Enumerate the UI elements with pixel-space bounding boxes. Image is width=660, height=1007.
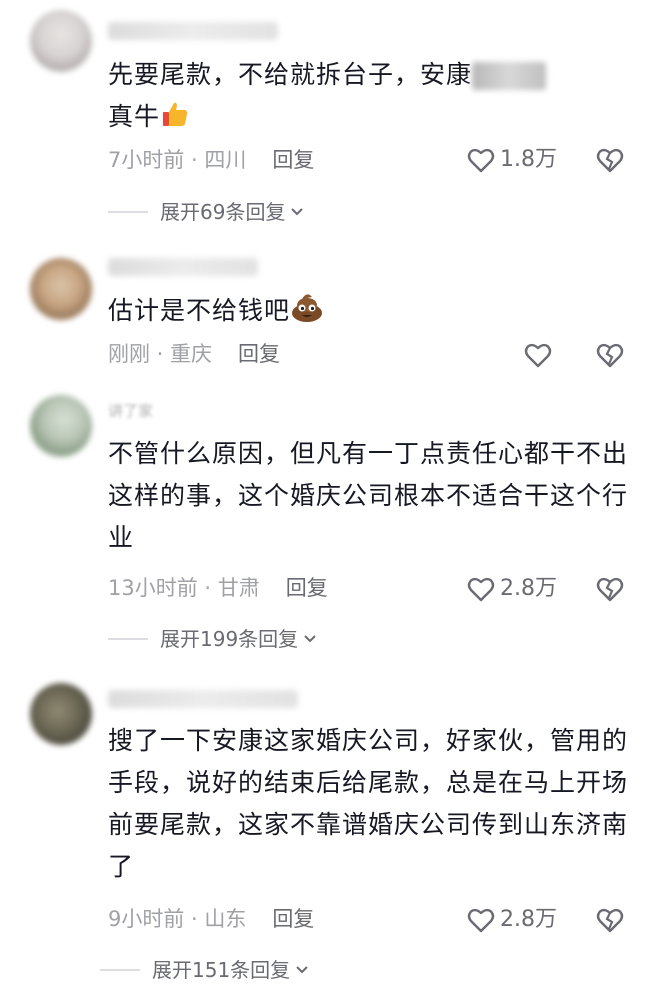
heart-icon	[467, 577, 495, 602]
blurred-text	[472, 62, 547, 90]
reply-button[interactable]: 回复	[286, 574, 328, 602]
broken-heart-icon[interactable]	[595, 145, 625, 175]
like-count: 2.8万	[500, 576, 557, 601]
comment-meta: 7小时前 · 四川 回复	[108, 146, 315, 174]
divider	[100, 969, 140, 971]
avatar[interactable]	[30, 258, 92, 320]
like-button[interactable]: 1.8万	[466, 145, 557, 175]
like-button[interactable]: 2.8万	[466, 574, 557, 604]
comment-meta: 9小时前 · 山东 回复	[108, 905, 315, 933]
comment-text: 先要尾款，不给就拆台子，安康 真牛	[108, 54, 628, 142]
broken-heart-icon[interactable]	[595, 340, 625, 370]
username[interactable]	[108, 22, 278, 40]
divider	[108, 211, 148, 213]
username[interactable]	[108, 258, 258, 276]
avatar[interactable]	[30, 395, 92, 457]
heart-icon	[524, 343, 552, 368]
like-button[interactable]	[523, 340, 557, 370]
chevron-down-icon	[296, 966, 308, 974]
comment-meta: 13小时前 · 甘肃 回复	[108, 574, 328, 602]
heart-icon	[467, 908, 495, 933]
comment-text: 搜了一下安康这家婚庆公司，好家伙，管用的手段，说好的结束后给尾款，总是在马上开场…	[108, 726, 629, 881]
broken-heart-icon[interactable]	[595, 574, 625, 604]
like-count: 1.8万	[500, 147, 557, 172]
chevron-down-icon	[291, 208, 304, 216]
username[interactable]	[108, 690, 298, 708]
chevron-down-icon	[304, 635, 316, 643]
comment-meta: 刚刚 · 重庆 回复	[108, 340, 281, 368]
username[interactable]: 讲了家	[108, 402, 188, 420]
reply-button[interactable]: 回复	[272, 905, 314, 933]
comment-text: 估计是不给钱吧	[108, 290, 628, 336]
heart-icon	[467, 148, 495, 173]
comment-page: { "comments": [ { "username": "", "text_…	[0, 0, 660, 1007]
reply-button[interactable]: 回复	[272, 146, 314, 174]
reply-button[interactable]: 回复	[238, 340, 280, 368]
divider	[108, 638, 148, 640]
expand-replies[interactable]: 展开69条回复	[108, 198, 305, 226]
like-count: 2.8万	[500, 907, 557, 932]
like-button[interactable]: 2.8万	[466, 905, 557, 935]
broken-heart-icon[interactable]	[595, 905, 625, 935]
comment-text: 不管什么原因，但凡有一丁点责任心都干不出这样的事，这个婚庆公司根本不适合干这个行…	[108, 439, 629, 552]
expand-replies[interactable]: 展开199条回复	[108, 625, 318, 653]
poop-face-icon	[290, 291, 324, 336]
thumbs-up-icon	[160, 99, 190, 142]
expand-replies[interactable]: 展开151条回复	[100, 956, 310, 984]
avatar[interactable]	[30, 683, 92, 745]
avatar[interactable]	[30, 10, 92, 72]
